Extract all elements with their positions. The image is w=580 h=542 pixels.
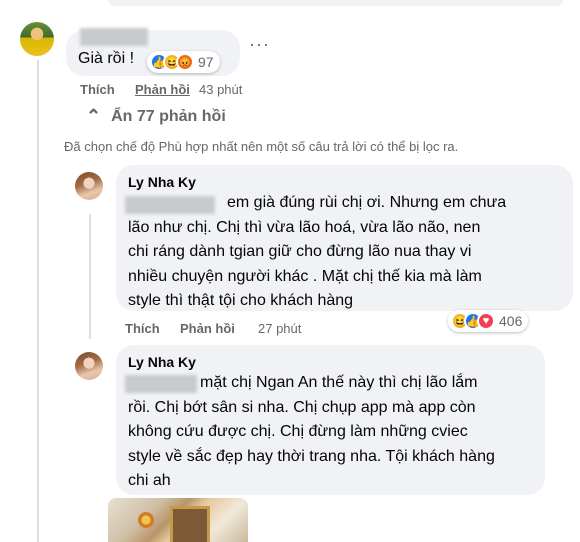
reply-button[interactable]: Phản hồi [135,82,190,97]
love-icon: ♥ [477,312,495,330]
reply-text-line: style thì thật tội cho khách hàng [128,292,354,309]
like-button[interactable]: Thích [125,321,160,336]
reaction-count: 406 [499,313,523,329]
commenter-avatar[interactable] [20,22,54,56]
previous-comment-bubble-edge [108,0,563,6]
comment-timestamp[interactable]: 43 phút [199,82,242,97]
angry-icon: 😡 [176,53,194,71]
hide-replies-button[interactable]: ⌃ Ẩn 77 phản hồi [86,106,226,127]
like-button[interactable]: Thích [80,82,115,97]
hide-replies-label: Ẩn 77 phản hồi [111,107,226,125]
comment-reactions[interactable]: 👍 😆 😡 97 [147,51,220,73]
reply-text-line: chi ráng dành tgian giữ cho đừng lão nua… [128,243,472,260]
attached-image[interactable] [108,498,248,542]
more-options-icon[interactable]: ··· [249,34,270,55]
reply-avatar[interactable] [75,352,103,380]
hide-arrow-icon: ⌃ [86,106,102,126]
reply-timestamp[interactable]: 27 phút [258,321,301,336]
reply-text-line: rồi. Chị bớt sân si nha. Chị chụp app mà… [128,398,476,416]
reply-author[interactable]: Ly Nha Ky [128,174,196,190]
reply-text-line: lão như chị. Chị thì vừa lão hoá, vừa lã… [128,218,481,236]
reply-bubble: Ly Nha Ky em già đúng rùi chị ơi. Nhưng … [116,165,573,311]
reply-text-line: chi ah [128,472,171,489]
reply-reactions[interactable]: 😆 👍 ♥ 406 [448,310,529,332]
comment-text: Già rồi ! [78,50,135,67]
reply-button[interactable]: Phản hồi [180,321,235,336]
reply-avatar[interactable] [75,172,103,200]
reply-thread-line [89,214,91,339]
reaction-count: 97 [198,54,214,70]
reply-text-line: nhiều chuyện người khác . Mặt chị thế ki… [128,267,482,285]
reply-text-line: mặt chị Ngan An thế này thì chị lão lắm [200,374,478,391]
filter-notice: Đã chọn chế độ Phù hợp nhất nên một số c… [64,139,459,154]
image-detail [170,506,210,542]
blurred-mention [125,196,215,214]
blurred-mention [125,375,197,393]
reply-author[interactable]: Ly Nha Ky [128,354,196,370]
reply-bubble: Ly Nha Ky mặt chị Ngan An thế này thì ch… [116,345,545,495]
reply-text-line: style về sắc đẹp hay thời trang nha. Tội… [128,447,495,465]
blurred-author-name [80,28,148,46]
reply-text-line: không cứu được chị. Chị đừng làm những c… [128,423,468,440]
reply-text-line: em già đúng rùi chị ơi. Nhưng em chưa [227,194,507,211]
image-detail [138,512,154,528]
thread-line [37,60,39,542]
